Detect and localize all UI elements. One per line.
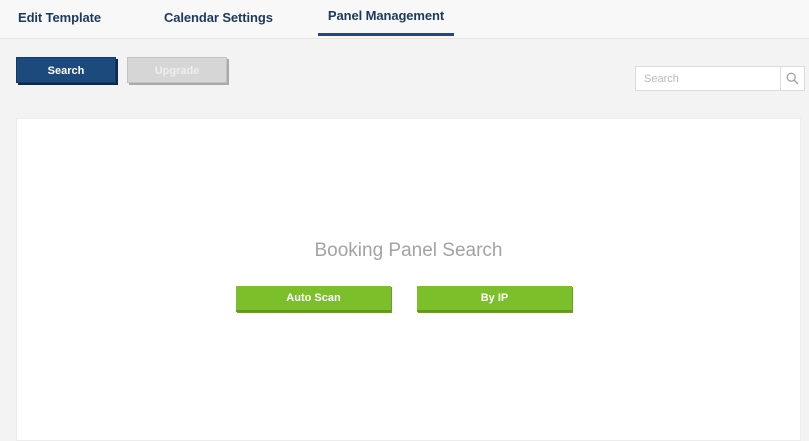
upgrade-button[interactable]: Upgrade bbox=[127, 57, 227, 83]
search-icon bbox=[786, 72, 799, 85]
tab-panel-management[interactable]: Panel Management bbox=[318, 0, 454, 38]
tab-calendar-settings[interactable]: Calendar Settings bbox=[164, 0, 273, 38]
search-button[interactable]: Search bbox=[16, 57, 116, 83]
search-box bbox=[635, 66, 805, 91]
panel-title: Booking Panel Search bbox=[314, 240, 503, 261]
search-submit-button[interactable] bbox=[780, 67, 804, 90]
auto-scan-button[interactable]: Auto Scan bbox=[236, 286, 391, 312]
search-input[interactable] bbox=[636, 67, 781, 90]
by-ip-button[interactable]: By IP bbox=[417, 286, 572, 312]
tab-edit-template[interactable]: Edit Template bbox=[18, 0, 101, 38]
tab-bar: Edit Template Calendar Settings Panel Ma… bbox=[0, 0, 809, 39]
booking-panel-search-area: Booking Panel Search Auto Scan By IP bbox=[16, 118, 801, 441]
